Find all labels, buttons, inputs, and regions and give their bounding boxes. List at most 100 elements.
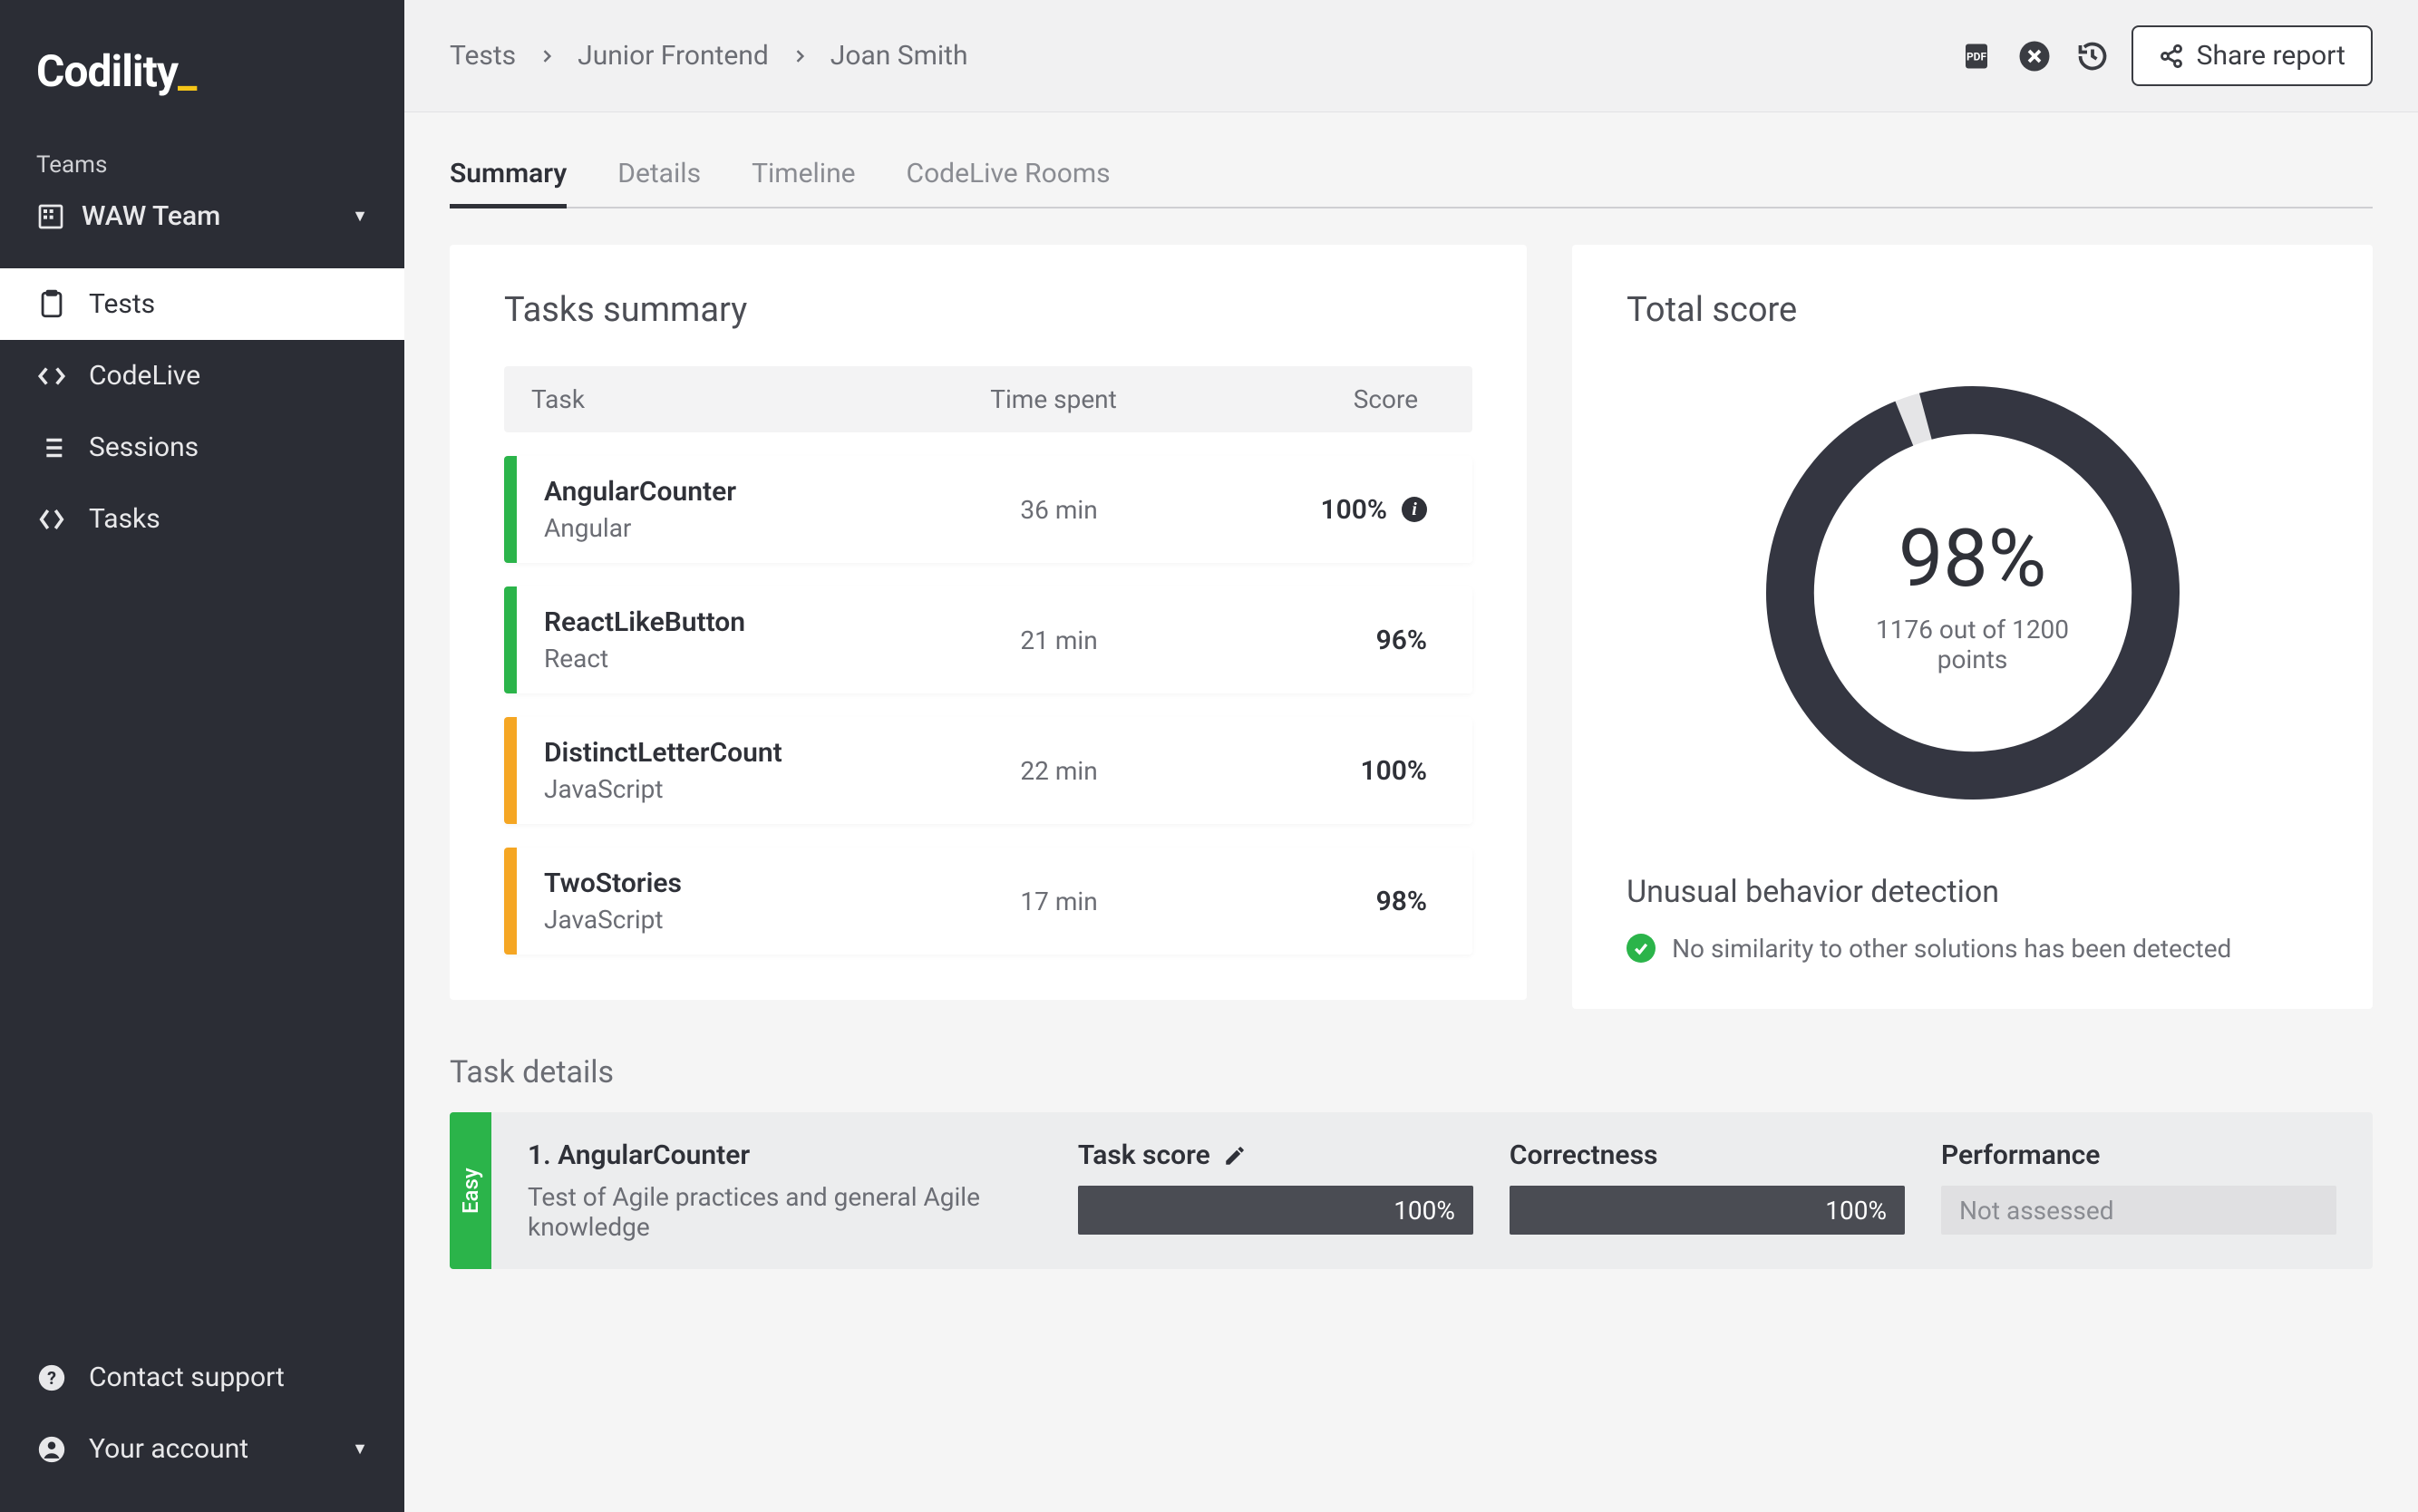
metric-correctness: Correctness 100%	[1510, 1139, 1905, 1235]
your-account-link[interactable]: Your account ▼	[0, 1413, 404, 1485]
tab-summary[interactable]: Summary	[450, 143, 567, 208]
task-name: TwoStories	[544, 867, 930, 899]
sidebar-item-label: CodeLive	[89, 360, 200, 392]
breadcrumb-tests[interactable]: Tests	[450, 40, 516, 72]
sidebar-bottom: ? Contact support Your account ▼	[0, 1342, 404, 1512]
task-name: AngularCounter	[544, 476, 930, 508]
sidebar-item-sessions[interactable]: Sessions	[0, 412, 404, 483]
metric-label: Performance	[1941, 1139, 2336, 1171]
task-lang: React	[544, 644, 930, 674]
task-score: 100%i	[1188, 494, 1445, 526]
contact-support-link[interactable]: ? Contact support	[0, 1342, 404, 1413]
tasks-summary-card: Tasks summary Task Time spent Score Angu…	[450, 245, 1527, 1000]
sidebar-item-codelive[interactable]: CodeLive	[0, 340, 404, 412]
sidebar-item-label: Tests	[89, 288, 155, 320]
tasks-table-header: Task Time spent Score	[504, 366, 1472, 432]
performance-bar: Not assessed	[1941, 1186, 2336, 1235]
tabs: Summary Details Timeline CodeLive Rooms	[450, 141, 2373, 208]
building-icon	[36, 202, 65, 231]
sidebar-item-tests[interactable]: Tests	[0, 268, 404, 340]
brand-logo: Codility_	[0, 27, 404, 142]
help-icon: ?	[36, 1362, 67, 1393]
ubd-message: No similarity to other solutions has bee…	[1672, 934, 2231, 964]
task-time: 17 min	[930, 887, 1188, 916]
task-row[interactable]: AngularCounter Angular36 min100%i	[504, 456, 1472, 563]
svg-text:PDF: PDF	[1966, 50, 1987, 63]
task-name: DistinctLetterCount	[544, 737, 930, 769]
brand-caret: _	[178, 45, 196, 97]
brackets-icon	[36, 504, 67, 535]
info-icon[interactable]: i	[1402, 497, 1427, 522]
task-row[interactable]: DistinctLetterCountJavaScript22 min100%	[504, 717, 1472, 824]
sidebar: Codility_ Teams WAW Team ▼ Tests CodeLiv…	[0, 0, 404, 1512]
task-details-heading: Task details	[450, 1054, 2373, 1090]
th-score: Score	[1184, 384, 1445, 414]
sidebar-item-label: Sessions	[89, 431, 199, 463]
detail-desc: Test of Agile practices and general Agil…	[528, 1182, 1042, 1242]
share-icon	[2159, 44, 2184, 69]
ubd-title: Unusual behavior detection	[1627, 874, 2318, 910]
metric-label: Correctness	[1510, 1139, 1905, 1171]
sidebar-nav: Tests CodeLive Sessions Tasks	[0, 268, 404, 555]
difficulty-flag: Easy	[450, 1112, 491, 1269]
task-time: 36 min	[930, 495, 1188, 525]
chevron-right-icon	[538, 47, 556, 65]
tasks-summary-title: Tasks summary	[504, 290, 1472, 330]
unusual-behavior-section: Unusual behavior detection No similarity…	[1627, 874, 2318, 964]
chevron-right-icon	[791, 47, 809, 65]
code-icon	[36, 361, 67, 392]
list-icon	[36, 432, 67, 463]
score-percent: 98%	[1898, 512, 2046, 606]
brand-name: Codility	[36, 45, 178, 97]
support-label: Contact support	[89, 1362, 285, 1393]
task-lang: Angular	[544, 513, 930, 543]
main: Tests Junior Frontend Joan Smith PDF Sha…	[404, 0, 2418, 1512]
breadcrumb: Tests Junior Frontend Joan Smith	[450, 40, 968, 72]
total-score-card: Total score 98% 1176 out of 1200 points	[1572, 245, 2373, 1009]
tab-details[interactable]: Details	[617, 143, 701, 208]
check-icon	[1627, 934, 1656, 963]
close-icon	[2018, 40, 2051, 73]
team-selector[interactable]: WAW Team ▼	[0, 188, 404, 268]
clipboard-icon	[36, 289, 67, 320]
svg-text:?: ?	[47, 1368, 56, 1389]
task-score-bar: 100%	[1078, 1186, 1473, 1235]
detail-title: 1. AngularCounter	[528, 1139, 1042, 1171]
sidebar-item-tasks[interactable]: Tasks	[0, 483, 404, 555]
history-button[interactable]	[2073, 37, 2112, 75]
chevron-down-icon: ▼	[352, 1439, 368, 1459]
score-donut-chart: 98% 1176 out of 1200 points	[1755, 375, 2190, 810]
task-lang: JavaScript	[544, 905, 930, 935]
detail-info: 1. AngularCounter Test of Agile practice…	[528, 1139, 1042, 1242]
topbar: Tests Junior Frontend Joan Smith PDF Sha…	[404, 0, 2418, 112]
user-icon	[36, 1434, 67, 1465]
pdf-export-button[interactable]: PDF	[1957, 37, 1996, 75]
task-row[interactable]: ReactLikeButton React21 min96%	[504, 586, 1472, 693]
close-button[interactable]	[2015, 37, 2054, 75]
task-score: 100%	[1188, 755, 1445, 787]
edit-icon[interactable]	[1223, 1144, 1247, 1168]
task-lang: JavaScript	[544, 774, 930, 804]
task-score: 96%	[1188, 625, 1445, 656]
breadcrumb-test-name[interactable]: Junior Frontend	[578, 40, 769, 72]
metric-label: Task score	[1078, 1139, 1210, 1171]
task-name: ReactLikeButton	[544, 606, 930, 638]
task-score: 98%	[1188, 886, 1445, 917]
content: Summary Details Timeline CodeLive Rooms …	[404, 112, 2418, 1512]
score-subtext: 1176 out of 1200 points	[1855, 615, 2091, 674]
task-detail-card: Easy 1. AngularCounter Test of Agile pra…	[450, 1112, 2373, 1269]
task-row[interactable]: TwoStories JavaScript17 min98%	[504, 848, 1472, 955]
th-task: Task	[531, 384, 923, 414]
tab-timeline[interactable]: Timeline	[752, 143, 855, 208]
account-label: Your account	[89, 1433, 248, 1465]
total-score-title: Total score	[1627, 290, 2318, 330]
history-icon	[2076, 40, 2109, 73]
task-time: 21 min	[930, 625, 1188, 655]
pdf-icon: PDF	[1960, 40, 1993, 73]
correctness-bar: 100%	[1510, 1186, 1905, 1235]
breadcrumb-candidate[interactable]: Joan Smith	[830, 40, 968, 72]
team-name: WAW Team	[82, 200, 220, 232]
chevron-down-icon: ▼	[352, 207, 368, 226]
tab-codelive-rooms[interactable]: CodeLive Rooms	[907, 143, 1111, 208]
share-report-button[interactable]: Share report	[2132, 25, 2373, 86]
